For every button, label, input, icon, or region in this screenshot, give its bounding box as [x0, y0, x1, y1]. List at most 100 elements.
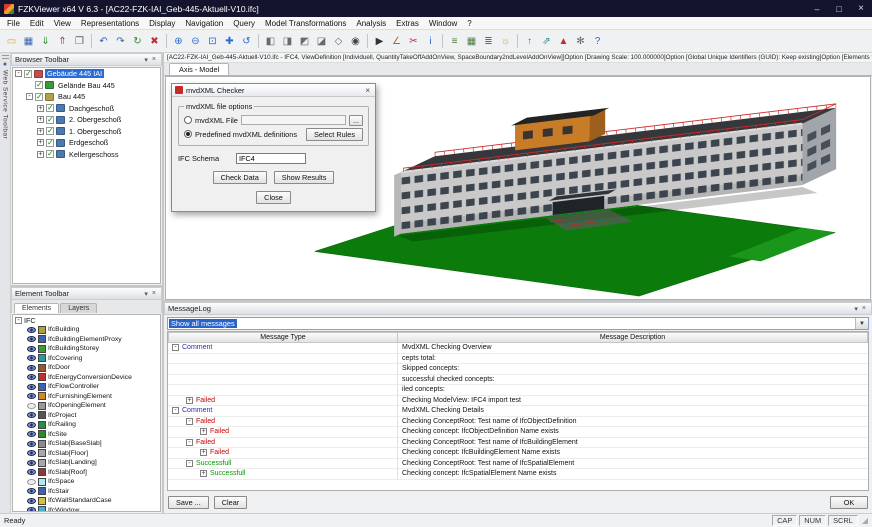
eye-icon[interactable] — [27, 469, 36, 476]
message-row[interactable]: + Failed Checking concept: IfcBuildingEl… — [168, 448, 868, 459]
visibility-checkbox[interactable] — [46, 115, 54, 124]
eye-icon[interactable] — [27, 393, 36, 400]
menu-item[interactable]: Query — [228, 19, 260, 28]
menu-item[interactable]: Window — [424, 19, 462, 28]
message-row[interactable]: - Comment MvdXML Checking Overview — [168, 343, 868, 354]
element-class-label[interactable]: IfcOpeningElement — [48, 402, 106, 409]
eye-icon[interactable] — [27, 450, 36, 457]
show-results-button[interactable]: Show Results — [273, 171, 335, 184]
tree-node-label[interactable]: Kellergeschoss — [67, 150, 120, 159]
predefined-radio[interactable] — [184, 130, 192, 138]
element-class-label[interactable]: IfcStair — [48, 488, 69, 495]
menu-item[interactable]: File — [2, 19, 25, 28]
message-row[interactable]: - Comment MvdXML Checking Details — [168, 406, 868, 417]
check-data-button[interactable]: Check Data — [212, 171, 267, 184]
redo-icon[interactable]: ↷ — [112, 33, 129, 50]
visibility-checkbox[interactable] — [46, 138, 54, 147]
expander-icon[interactable]: + — [37, 116, 44, 124]
dialog-close-icon[interactable]: × — [363, 86, 372, 95]
save-button[interactable]: Save ... — [168, 495, 209, 509]
light-icon[interactable]: ☼ — [497, 33, 514, 50]
menu-item[interactable]: Model Transformations — [260, 19, 351, 28]
minimize-button[interactable]: – — [806, 0, 828, 17]
tree-node-label[interactable]: Bau 445 — [56, 92, 87, 101]
element-class-label[interactable]: IfcSpace — [48, 478, 74, 485]
menu-item[interactable]: Representations — [76, 19, 144, 28]
eye-icon[interactable] — [27, 412, 36, 419]
section-icon[interactable]: ✂ — [405, 33, 422, 50]
walk-icon[interactable]: ↑ — [521, 33, 538, 50]
visibility-checkbox[interactable] — [46, 149, 54, 159]
toolbar-separator[interactable] — [367, 34, 368, 48]
view-top-icon[interactable]: ◧ — [262, 33, 279, 50]
menu-item[interactable]: Edit — [25, 19, 49, 28]
toolbar-separator[interactable] — [166, 34, 167, 48]
browse-button[interactable]: ... — [348, 114, 363, 126]
expander-icon[interactable]: - — [186, 417, 193, 425]
tree-row[interactable]: - Gebäude 445 IAI — [13, 68, 160, 80]
tree-row[interactable]: + Kellergeschoss — [13, 149, 160, 161]
element-class-row[interactable]: IfcStair — [13, 487, 160, 497]
combo-dropdown-icon[interactable]: ▼ — [855, 318, 868, 329]
message-filter-combobox[interactable]: Show all messages ▼ — [167, 317, 869, 330]
close-button[interactable]: × — [850, 0, 872, 17]
tree-node-label[interactable]: 1. Obergeschoß — [67, 127, 123, 136]
eye-icon[interactable] — [27, 345, 36, 352]
panel-close-icon[interactable]: × — [860, 305, 868, 312]
expander-icon[interactable]: + — [37, 104, 44, 112]
element-class-label[interactable]: IfcSlab[Landing] — [48, 459, 97, 466]
element-class-label[interactable]: IfcDoor — [48, 364, 70, 371]
menu-item[interactable]: Display — [144, 19, 180, 28]
menu-item[interactable]: Navigation — [180, 19, 228, 28]
tree-row[interactable]: - Bau 445 — [13, 91, 160, 103]
expander-icon[interactable]: - — [26, 93, 33, 101]
3d-viewport[interactable]: mvdXML Checker × mvdXML file options mvd… — [165, 76, 871, 300]
message-row[interactable]: + Failed Checking ModelView: IFC4 import… — [168, 395, 868, 406]
visibility-checkbox[interactable] — [46, 103, 54, 113]
column-header-type[interactable]: Message Type — [168, 332, 398, 343]
element-class-row[interactable]: IfcSlab[Landing] — [13, 458, 160, 468]
element-class-row[interactable]: IfcSlab[Floor] — [13, 449, 160, 459]
element-class-row[interactable]: IfcWallStandardCase — [13, 496, 160, 506]
zoom-fit-icon[interactable]: ⊡ — [204, 33, 221, 50]
eye-icon[interactable] — [27, 431, 36, 438]
expander-icon[interactable]: + — [200, 449, 207, 457]
mvdxml-file-path-input[interactable] — [240, 115, 346, 125]
fly-icon[interactable]: ⇗ — [538, 33, 555, 50]
element-class-label[interactable]: IfcSlab[Floor] — [48, 450, 88, 457]
grid-icon[interactable]: ▦ — [463, 33, 480, 50]
dialog-close-button[interactable]: Close — [256, 191, 291, 204]
element-class-label[interactable]: IfcSlab[BaseSlab] — [48, 440, 102, 447]
expander-icon[interactable]: + — [186, 396, 193, 404]
message-row[interactable]: + Successfull Checking concept: IfcSpati… — [168, 469, 868, 480]
view-left-icon[interactable]: ◩ — [296, 33, 313, 50]
element-class-label[interactable]: IfcBuildingElementProxy — [48, 336, 122, 343]
column-header-description[interactable]: Message Description — [398, 332, 868, 343]
element-tree-root[interactable]: - IFC — [13, 315, 160, 325]
element-class-label[interactable]: IfcEnergyConversionDevice — [48, 374, 132, 381]
element-class-label[interactable]: IfcBuildingStorey — [48, 345, 99, 352]
menu-item[interactable]: Extras — [391, 19, 424, 28]
help-icon[interactable]: ? — [589, 33, 606, 50]
eye-icon[interactable] — [27, 478, 36, 485]
element-class-row[interactable]: IfcEnergyConversionDevice — [13, 373, 160, 383]
mvdxml-file-radio-label[interactable]: mvdXML File — [195, 116, 238, 125]
message-row[interactable]: successful checked concepts: — [168, 374, 868, 385]
tree-view-icon[interactable]: ≡ — [446, 33, 463, 50]
zoom-in-icon[interactable]: ⊕ — [170, 33, 187, 50]
expander-icon[interactable]: - — [15, 70, 22, 78]
ok-button[interactable]: OK — [830, 495, 868, 509]
element-class-label[interactable]: IfcSlab[Roof] — [48, 469, 87, 476]
expander-icon[interactable]: - — [172, 344, 179, 352]
export-icon[interactable]: ⇑ — [54, 33, 71, 50]
tree-node-label[interactable]: Dachgeschoß — [67, 104, 116, 113]
expander-icon[interactable]: - — [172, 407, 179, 415]
element-class-label[interactable]: IfcCovering — [48, 355, 82, 362]
rotate-view-icon[interactable]: ↺ — [238, 33, 255, 50]
tree-row[interactable]: + Erdgeschoß — [13, 137, 160, 149]
element-class-row[interactable]: IfcSpace — [13, 477, 160, 487]
expander-icon[interactable]: + — [200, 428, 207, 436]
visibility-checkbox[interactable] — [35, 80, 43, 90]
view-right-icon[interactable]: ◪ — [313, 33, 330, 50]
view-front-icon[interactable]: ◨ — [279, 33, 296, 50]
